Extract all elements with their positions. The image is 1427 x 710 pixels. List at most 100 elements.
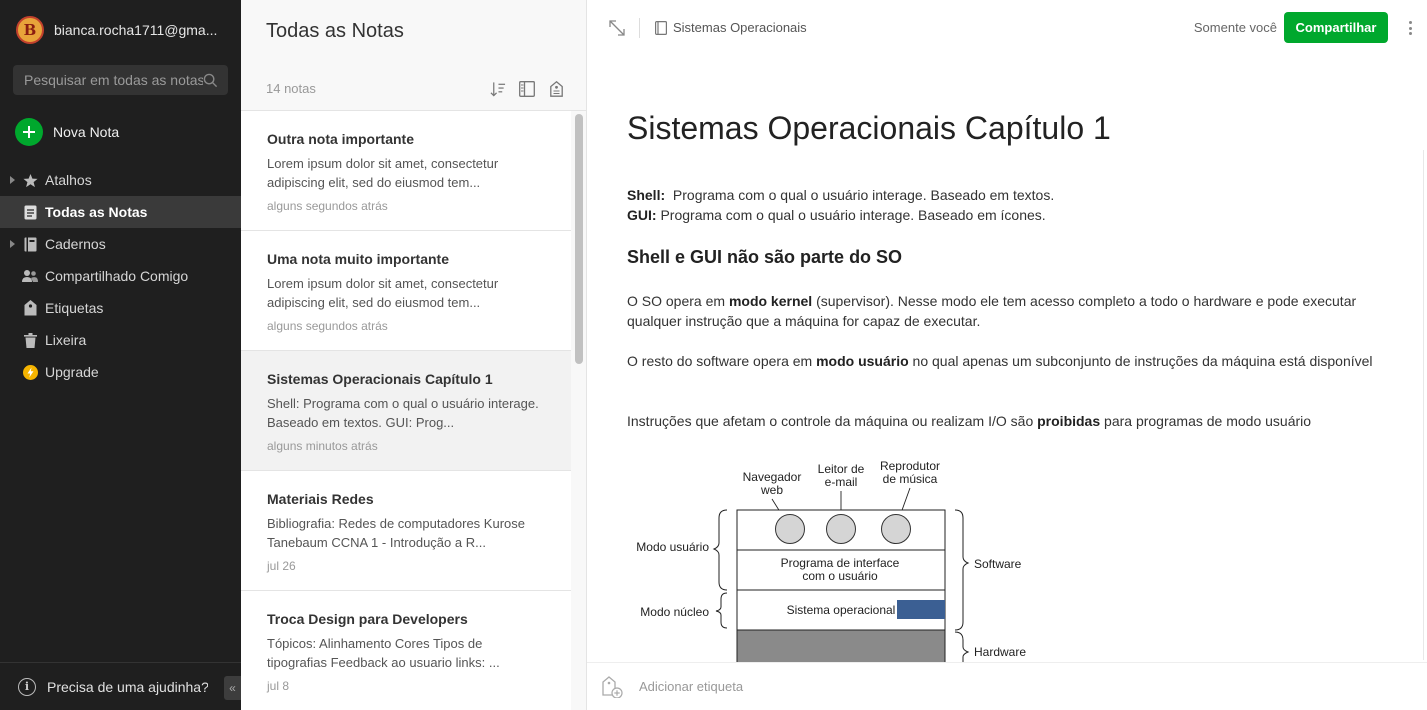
sidebar: B bianca.rocha1711@gma... Nova Nota Atal…	[0, 0, 241, 710]
sidebar-item-label: Etiquetas	[45, 300, 104, 316]
note-title: Troca Design para Developers	[267, 611, 468, 627]
note-title: Sistemas Operacionais Capítulo 1	[267, 371, 493, 387]
note-list-panel: Todas as Notas 14 notas Outra nota impor…	[241, 0, 587, 710]
sidebar-item-shared[interactable]: Compartilhado Comigo	[0, 260, 241, 292]
note-list: Outra nota importante Lorem ipsum dolor …	[241, 111, 571, 710]
sidebar-item-notebooks[interactable]: Cadernos	[0, 228, 241, 260]
diagram-label: Leitor de	[818, 462, 865, 476]
note-title-field[interactable]: Sistemas Operacionais Capítulo 1	[627, 110, 1387, 147]
note-timestamp: jul 26	[267, 559, 296, 573]
expand-caret-icon[interactable]	[10, 176, 15, 184]
note-card[interactable]: Troca Design para Developers Tópicos: Al…	[241, 591, 571, 710]
diagram-label: Hardware	[974, 645, 1026, 659]
note-card[interactable]: Materiais Redes Bibliografia: Redes de c…	[241, 471, 571, 591]
sidebar-item-label: Compartilhado Comigo	[45, 268, 189, 284]
help-link[interactable]: i Precisa de uma ajudinha?	[18, 677, 208, 696]
note-snippet: Lorem ipsum dolor sit amet, consectetur …	[267, 276, 499, 310]
note-timestamp: jul 8	[267, 679, 290, 693]
note-paragraph[interactable]: O resto do software opera em modo usuári…	[627, 351, 1387, 371]
sidebar-item-trash[interactable]: Lixeira	[0, 324, 241, 356]
share-scope-label: Somente você	[1193, 20, 1277, 35]
collapse-sidebar-button[interactable]: «	[224, 676, 241, 700]
note-count: 14 notas	[266, 81, 316, 96]
bold-term: modo usuário	[816, 353, 909, 369]
diagram-label: com o usuário	[802, 569, 878, 583]
note-list-title: Todas as Notas	[266, 20, 404, 42]
note-timestamp: alguns segundos atrás	[267, 319, 388, 333]
double-chevron-left-icon: «	[229, 681, 236, 695]
view-options-icon[interactable]	[519, 80, 535, 98]
note-card[interactable]: Outra nota importante Lorem ipsum dolor …	[241, 111, 571, 231]
star-icon	[22, 172, 38, 188]
search-input[interactable]	[24, 72, 203, 88]
note-title: Uma nota muito importante	[267, 251, 450, 267]
sidebar-item-all-notes[interactable]: Todas as Notas	[0, 196, 241, 228]
tag-bar	[587, 662, 1427, 710]
diagram-label: Reprodutor	[880, 459, 940, 473]
add-tag-icon[interactable]	[601, 675, 623, 698]
expand-icon[interactable]	[608, 19, 626, 37]
new-note-label: Nova Nota	[53, 124, 120, 140]
sidebar-footer: i Precisa de uma ajudinha?	[0, 662, 241, 710]
plus-icon	[15, 118, 43, 146]
note-editor: Sistemas Operacionais Somente você Compa…	[587, 0, 1427, 710]
bold-term: modo kernel	[728, 293, 813, 309]
diagram-label: de música	[883, 472, 938, 486]
trash-icon	[22, 332, 38, 348]
diagram-label: web	[760, 483, 783, 497]
diagram-label: Modo usuário	[636, 540, 709, 554]
note-heading[interactable]: Shell e GUI não são parte do SO	[627, 247, 902, 268]
share-button[interactable]: Compartilhar	[1284, 12, 1388, 43]
more-options-icon[interactable]	[1409, 19, 1413, 37]
help-label: Precisa de uma ajudinha?	[47, 678, 208, 695]
diagram-label: Sistema operacional	[787, 603, 896, 617]
bold-term: Shell:	[627, 187, 666, 203]
add-tag-input[interactable]	[639, 679, 939, 694]
sort-icon[interactable]	[490, 80, 506, 98]
sidebar-item-tags[interactable]: Etiquetas	[0, 292, 241, 324]
notebook-name[interactable]: Sistemas Operacionais	[673, 20, 807, 35]
tag-filter-icon[interactable]	[548, 80, 564, 98]
note-list-scrollbar[interactable]	[575, 114, 583, 364]
note-title-wrap: Sistemas Operacionais Capítulo 1	[627, 110, 1387, 147]
note-snippet: Lorem ipsum dolor sit amet, consectetur …	[267, 156, 499, 190]
text: O SO opera em	[627, 293, 729, 309]
sidebar-nav: Atalhos Todas as Notas Cadernos Comparti…	[0, 164, 241, 388]
note-paragraph[interactable]: Shell: Programa com o qual o usuário int…	[627, 185, 1387, 225]
notebook-icon	[22, 236, 38, 252]
account-name: bianca.rocha1711@gma...	[54, 22, 218, 38]
sidebar-item-upgrade[interactable]: Upgrade	[0, 356, 241, 388]
note-snippet: Shell: Programa com o qual o usuário int…	[267, 396, 539, 430]
account-menu[interactable]: B bianca.rocha1711@gma...	[16, 16, 217, 44]
note-card-selected[interactable]: Sistemas Operacionais Capítulo 1 Shell: …	[241, 351, 571, 471]
new-note-button[interactable]: Nova Nota	[15, 118, 119, 146]
sidebar-item-shortcuts[interactable]: Atalhos	[0, 164, 241, 196]
os-layers-diagram[interactable]: Navegador web Leitor de e-mail Reproduto…	[627, 455, 1047, 662]
text: Instruções que afetam o controle da máqu…	[627, 413, 1038, 429]
note-card[interactable]: Uma nota muito importante Lorem ipsum do…	[241, 231, 571, 351]
tag-icon	[22, 300, 38, 316]
upgrade-icon	[22, 364, 38, 380]
search-box[interactable]	[13, 65, 228, 95]
avatar: B	[16, 16, 44, 44]
bold-term: GUI:	[627, 207, 657, 223]
diagram-label: Programa de interface	[781, 556, 900, 570]
text: O resto do software opera em	[627, 353, 817, 369]
divider	[1423, 150, 1424, 660]
text: no qual apenas um subconjunto de instruç…	[908, 353, 1373, 369]
text: Programa com o qual o usuário interage. …	[660, 207, 1046, 223]
expand-caret-icon[interactable]	[10, 240, 15, 248]
sidebar-item-label: Atalhos	[45, 172, 92, 188]
note-snippet: Bibliografia: Redes de computadores Kuro…	[267, 516, 525, 550]
editor-toolbar: Sistemas Operacionais Somente você Compa…	[587, 0, 1427, 56]
diagram-label: Software	[974, 557, 1022, 571]
text: Programa com o qual o usuário interage. …	[672, 187, 1055, 203]
sidebar-item-label: Cadernos	[45, 236, 106, 252]
note-title: Outra nota importante	[267, 131, 415, 147]
note-paragraph[interactable]: O SO opera em modo kernel (supervisor). …	[627, 291, 1387, 331]
info-icon: i	[18, 677, 36, 696]
note-paragraph[interactable]: Instruções que afetam o controle da máqu…	[627, 411, 1387, 431]
sidebar-item-label: Todas as Notas	[45, 204, 148, 220]
diagram-label: Modo núcleo	[640, 605, 709, 619]
sidebar-item-label: Upgrade	[45, 364, 99, 380]
